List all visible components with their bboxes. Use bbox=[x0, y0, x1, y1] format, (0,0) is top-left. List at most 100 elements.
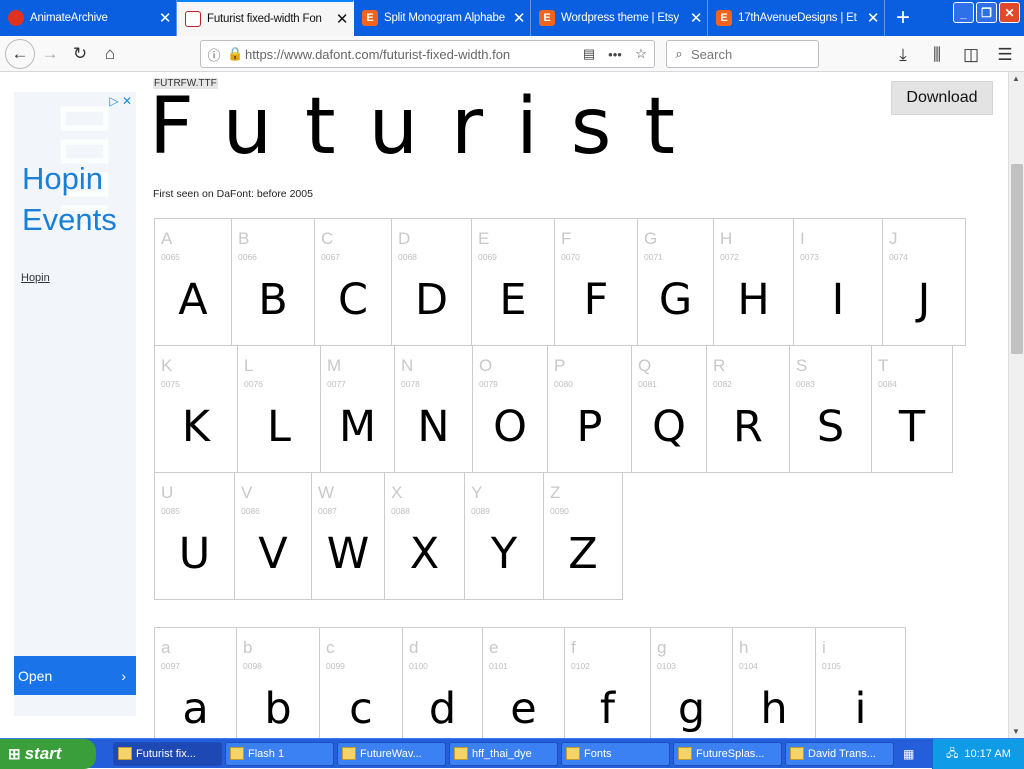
glyph-label: X bbox=[391, 483, 403, 502]
glyph-code: 0070 bbox=[561, 252, 580, 262]
folder-icon bbox=[678, 747, 692, 760]
reload-icon: ↻ bbox=[72, 43, 88, 63]
scrollbar-thumb[interactable] bbox=[1011, 164, 1023, 354]
ad-headline-line1: Hopin bbox=[22, 161, 103, 196]
glyph-cell: V 0086 V bbox=[234, 472, 312, 600]
taskbar-button[interactable]: hff_thai_dye bbox=[449, 741, 558, 766]
glyph-preview: Q bbox=[652, 402, 686, 452]
close-tab-icon[interactable]: ✕ bbox=[862, 9, 884, 27]
glyph-preview: R bbox=[733, 402, 763, 452]
ad-open-button[interactable]: Open › bbox=[14, 656, 136, 695]
download-button[interactable]: Download bbox=[891, 81, 993, 115]
bookmark-star-icon[interactable]: ☆ bbox=[628, 46, 654, 62]
glyph-code: 0079 bbox=[479, 379, 498, 389]
glyph-cell: R 0082 R bbox=[706, 345, 790, 473]
windows-logo-icon: ⊞ bbox=[8, 745, 21, 763]
first-seen-text: First seen on DaFont: before 2005 bbox=[153, 188, 313, 200]
ad-headline[interactable]: Hopin Events bbox=[22, 158, 117, 240]
reader-view-icon[interactable]: ▤ bbox=[576, 46, 602, 62]
glyph-preview: M bbox=[338, 402, 377, 452]
glyph-cell: J 0074 J bbox=[882, 218, 966, 346]
glyph-cell: d 0100 d bbox=[402, 627, 483, 738]
glyph-cell: D 0068 D bbox=[391, 218, 472, 346]
taskbar-button[interactable]: Futurist fix... bbox=[113, 741, 222, 766]
glyph-cell: c 0099 c bbox=[319, 627, 403, 738]
glyph-cell: M 0077 M bbox=[320, 345, 395, 473]
taskbar-button[interactable]: FutureSplas... bbox=[673, 741, 782, 766]
close-tab-icon[interactable]: ✕ bbox=[508, 9, 530, 27]
glyph-code: 0097 bbox=[161, 661, 180, 671]
glyph-cell: B 0066 B bbox=[231, 218, 315, 346]
taskbar-button[interactable]: Flash 1 bbox=[225, 741, 334, 766]
taskbar-button-label: Flash 1 bbox=[248, 747, 285, 760]
forward-button[interactable]: → bbox=[35, 39, 65, 69]
glyph-code: 0090 bbox=[550, 506, 569, 516]
page-scrollbar[interactable]: ▲ ▼ bbox=[1008, 72, 1024, 738]
ad-banner[interactable]: ▯▯▯▯ ▷ ✕ Hopin Events Hopin Open › bbox=[14, 92, 136, 716]
glyph-code: 0100 bbox=[409, 661, 428, 671]
page-actions-icon[interactable]: ••• bbox=[602, 47, 628, 62]
glyph-cell: a 0097 a bbox=[154, 627, 237, 738]
home-button[interactable]: ⌂ bbox=[95, 39, 125, 69]
browser-tab[interactable]: AnimateArchive ✕ bbox=[0, 0, 177, 36]
downloads-button[interactable]: ⤓ bbox=[888, 40, 918, 70]
glyph-code: 0084 bbox=[878, 379, 897, 389]
charmap-row: A 0065 A B 0066 B C 0067 C D 0068 D E 0069 E F 0070 F G 007… bbox=[154, 218, 966, 346]
search-input[interactable]: ⌕ Search bbox=[666, 40, 819, 68]
glyph-preview: f bbox=[599, 684, 616, 734]
reload-button[interactable]: ↻ bbox=[65, 39, 95, 69]
clock[interactable]: 10:17 AM bbox=[964, 748, 1010, 760]
toolbar-right: ⤓ ⫼ ◫ ☰ bbox=[888, 40, 1020, 70]
glyph-code: 0071 bbox=[644, 252, 663, 262]
url-text[interactable]: https://www.dafont.com/futurist-fixed-wi… bbox=[245, 47, 576, 62]
etsy-icon: E bbox=[539, 10, 555, 26]
menu-button[interactable]: ☰ bbox=[990, 40, 1020, 70]
glyph-cell: f 0102 f bbox=[564, 627, 651, 738]
glyph-cell: G 0071 G bbox=[637, 218, 714, 346]
glyph-cell: I 0073 I bbox=[793, 218, 883, 346]
network-icon[interactable]: 🖧 bbox=[946, 745, 958, 764]
taskbar-button-label: FutureWav... bbox=[360, 747, 422, 760]
scroll-down-icon[interactable]: ▼ bbox=[1012, 727, 1020, 736]
tab-title: 17thAvenueDesigns | Et bbox=[738, 12, 857, 24]
glyph-cell: b 0098 b bbox=[236, 627, 320, 738]
forward-arrow-icon: → bbox=[41, 43, 59, 63]
folder-icon bbox=[342, 747, 356, 760]
glyph-cell: H 0072 H bbox=[713, 218, 794, 346]
glyph-label: L bbox=[244, 356, 254, 375]
keyboard-icon[interactable]: ▦ bbox=[903, 747, 914, 761]
home-icon: ⌂ bbox=[104, 43, 116, 63]
back-button[interactable]: ← bbox=[5, 38, 35, 69]
close-window-button[interactable]: ✕ bbox=[999, 2, 1020, 23]
ad-brand-link[interactable]: Hopin bbox=[21, 272, 50, 284]
glyph-code: 0065 bbox=[161, 252, 180, 262]
browser-tab[interactable]: E Split Monogram Alphabe ✕ bbox=[354, 0, 531, 36]
taskbar-button-label: hff_thai_dye bbox=[472, 747, 532, 760]
close-tab-icon[interactable]: ✕ bbox=[331, 10, 353, 28]
close-tab-icon[interactable]: ✕ bbox=[685, 9, 707, 27]
library-button[interactable]: ⫼ bbox=[922, 40, 952, 70]
taskbar-button[interactable]: FutureWav... bbox=[337, 741, 446, 766]
browser-tab[interactable]: E Wordpress theme | Etsy ✕ bbox=[531, 0, 708, 36]
url-bar[interactable]: ⓘ 🔒 https://www.dafont.com/futurist-fixe… bbox=[200, 40, 655, 68]
taskbar-button[interactable]: Fonts bbox=[561, 741, 670, 766]
ad-choices-icon[interactable]: ▷ ✕ bbox=[109, 94, 132, 108]
glyph-label: P bbox=[554, 356, 566, 375]
site-info-icon[interactable]: ⓘ bbox=[201, 45, 227, 64]
start-button[interactable]: ⊞ start bbox=[0, 738, 96, 769]
browser-tab[interactable]: E 17thAvenueDesigns | Et ✕ bbox=[708, 0, 885, 36]
glyph-preview: S bbox=[816, 402, 845, 452]
sidebar-icon: ◫ bbox=[962, 45, 980, 64]
tab-title: Wordpress theme | Etsy bbox=[561, 12, 679, 24]
glyph-label: Y bbox=[471, 483, 483, 502]
browser-tab[interactable]: Futurist fixed-width Fon ✕ bbox=[177, 0, 354, 36]
scroll-up-icon[interactable]: ▲ bbox=[1012, 74, 1020, 83]
maximize-button[interactable]: ❐ bbox=[976, 2, 997, 23]
taskbar-button[interactable]: David Trans... bbox=[785, 741, 894, 766]
glyph-code: 0085 bbox=[161, 506, 180, 516]
minimize-button[interactable]: _ bbox=[953, 2, 974, 23]
sidebar-button[interactable]: ◫ bbox=[956, 40, 986, 70]
new-tab-button[interactable]: + bbox=[885, 0, 921, 36]
close-tab-icon[interactable]: ✕ bbox=[154, 9, 176, 27]
glyph-code: 0086 bbox=[241, 506, 260, 516]
